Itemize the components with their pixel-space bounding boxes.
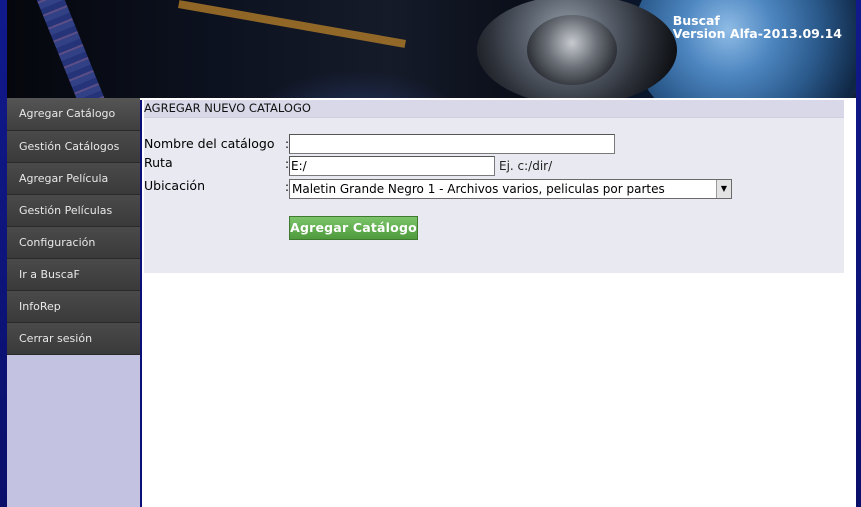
header-banner: Buscaf Version Alfa-2013.09.14 — [7, 0, 856, 98]
sidebar-item-gestion-peliculas[interactable]: Gestión Películas — [7, 195, 140, 227]
app-title: Buscaf Version Alfa-2013.09.14 — [673, 14, 842, 40]
chevron-down-icon[interactable]: ▼ — [716, 180, 731, 198]
main-content: AGREGAR NUEVO CATALOGO Nombre del catálo… — [142, 100, 856, 507]
right-edge-bar — [856, 0, 861, 507]
ruta-input[interactable]: E:/ — [289, 156, 495, 176]
sidebar-item-ir-a-buscaf[interactable]: Ir a BuscaF — [7, 259, 140, 291]
sidebar-menu: Agregar Catálogo Gestión Catálogos Agreg… — [7, 98, 140, 507]
sidebar-item-inforep[interactable]: InfoRep — [7, 291, 140, 323]
left-edge-bar — [0, 0, 7, 507]
sidebar-item-cerrar-sesion[interactable]: Cerrar sesión — [7, 323, 140, 355]
banner-stripe-art — [32, 0, 118, 98]
ruta-hint: Ej. c:/dir/ — [499, 159, 553, 173]
ubicacion-label: Ubicación — [144, 178, 206, 193]
banner-character-helmet-art — [527, 15, 617, 85]
sidebar-item-gestion-catalogos[interactable]: Gestión Catálogos — [7, 131, 140, 163]
nombre-input[interactable] — [289, 134, 615, 154]
app-version: Version Alfa-2013.09.14 — [672, 26, 842, 41]
sidebar-item-agregar-pelicula[interactable]: Agregar Película — [7, 163, 140, 195]
agregar-catalogo-button[interactable]: Agregar Catálogo — [289, 216, 418, 240]
panel-title: AGREGAR NUEVO CATALOGO — [144, 100, 844, 118]
banner-stripe-art-2 — [178, 0, 406, 48]
sidebar-item-agregar-catalogo[interactable]: Agregar Catálogo — [7, 98, 140, 131]
ubicacion-select[interactable]: Maletin Grande Negro 1 - Archivos varios… — [289, 179, 732, 199]
nombre-label: Nombre del catálogo — [144, 136, 275, 151]
ruta-label: Ruta — [144, 155, 173, 170]
add-catalog-panel: AGREGAR NUEVO CATALOGO Nombre del catálo… — [144, 100, 844, 273]
sidebar-item-configuracion[interactable]: Configuración — [7, 227, 140, 259]
ubicacion-selected-value: Maletin Grande Negro 1 - Archivos varios… — [292, 182, 665, 196]
